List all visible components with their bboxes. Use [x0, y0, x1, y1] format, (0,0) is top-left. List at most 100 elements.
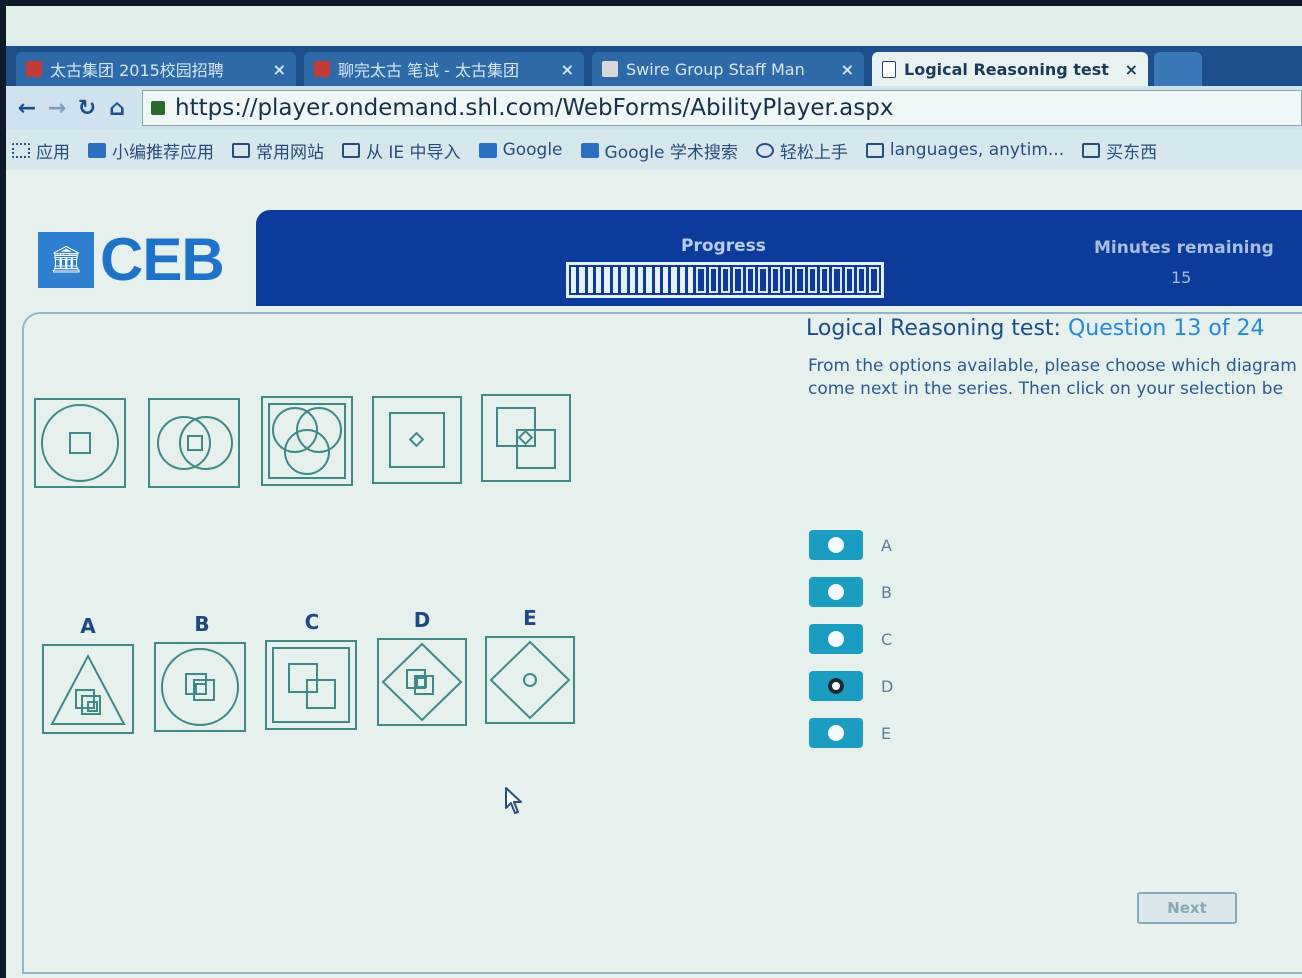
- reload-icon[interactable]: ↻: [72, 96, 102, 121]
- progress-segment-empty: [770, 267, 780, 293]
- progress-segment-empty: [696, 267, 706, 293]
- address-bar: ← → ↻ ⌂ https://player.ondemand.shl.com/…: [6, 86, 1302, 130]
- tab-label: Swire Group Staff Man: [626, 59, 805, 79]
- radio-dot-selected: [828, 678, 844, 694]
- progress-segment-empty: [869, 267, 879, 293]
- option-letter-c: C: [304, 610, 320, 634]
- minutes-value: 15: [1171, 268, 1192, 287]
- bookmark-item[interactable]: languages, anytim...: [865, 140, 1064, 160]
- series-figure-2: [148, 398, 240, 488]
- progress-segment-filled: [688, 267, 694, 293]
- screen: 太古集团 2015校园招聘 × 聊完太古 笔试 - 太古集团 × Swire G…: [6, 6, 1302, 978]
- radio-button[interactable]: [809, 577, 863, 607]
- bookmarks-bar: 应用 小编推荐应用 常用网站 从 IE 中导入 Google Google 学术…: [6, 130, 1302, 170]
- question-counter: Question 13 of 24: [1067, 316, 1265, 341]
- gmail-icon: [602, 61, 618, 77]
- instruction-line: come next in the series. Then click on y…: [808, 379, 1284, 399]
- radio-button[interactable]: [809, 624, 863, 654]
- option-letter-e: E: [523, 606, 537, 630]
- tab-1[interactable]: 太古集团 2015校园招聘 ×: [16, 52, 296, 86]
- globe-icon: [755, 142, 774, 158]
- progress-label: Progress: [681, 236, 766, 256]
- progress-segment-filled: [679, 267, 686, 293]
- progress-segment-empty: [807, 267, 817, 293]
- scholar-icon: [580, 142, 599, 158]
- tab-close-icon[interactable]: ×: [833, 60, 854, 79]
- next-button[interactable]: Next: [1137, 892, 1237, 924]
- tab-2[interactable]: 聊完太古 笔试 - 太古集团 ×: [304, 52, 584, 86]
- back-icon[interactable]: ←: [12, 96, 42, 121]
- home-icon[interactable]: ⌂: [102, 96, 132, 121]
- bookmark-folder[interactable]: 常用网站: [232, 138, 324, 163]
- progress-segment-filled: [662, 267, 669, 293]
- progress-segment-empty: [844, 267, 855, 293]
- url-field[interactable]: https://player.ondemand.shl.com/WebForms…: [142, 90, 1302, 126]
- radio-label: C: [881, 629, 893, 649]
- tab-close-icon[interactable]: ×: [553, 60, 574, 79]
- answer-option-b[interactable]: B: [809, 577, 892, 607]
- google-icon: [478, 142, 497, 158]
- progress-segment-filled: [579, 267, 585, 293]
- bookmark-item[interactable]: Google 学术搜索: [580, 138, 738, 163]
- mouse-cursor-icon: [505, 787, 522, 814]
- progress-segment-empty: [708, 267, 719, 293]
- option-letter-b: B: [194, 612, 210, 636]
- answer-option-e[interactable]: E: [809, 718, 891, 748]
- answer-option-d[interactable]: D: [809, 671, 893, 701]
- bookmark-folder[interactable]: 买东西: [1082, 138, 1157, 163]
- radio-label: A: [881, 535, 892, 555]
- bookmark-item[interactable]: 轻松上手: [755, 138, 848, 163]
- test-page: 🏛 CEB Progress Minutes remaining 15 Logi…: [6, 170, 1302, 978]
- progress-segment-empty: [795, 267, 805, 293]
- option-letter-d: D: [413, 608, 431, 632]
- progress-segment-filled: [604, 267, 610, 293]
- radio-button[interactable]: [809, 530, 863, 560]
- instruction-line: From the options available, please choos…: [808, 356, 1297, 376]
- new-tab-button[interactable]: [1154, 52, 1202, 86]
- progress-segment-filled: [646, 267, 652, 293]
- series-figure-3: [261, 396, 353, 486]
- tab-3[interactable]: Swire Group Staff Man ×: [592, 52, 864, 86]
- series-figure-5: [481, 394, 571, 482]
- progress-segment-empty: [819, 267, 830, 293]
- test-name: Logical Reasoning test:: [806, 316, 1061, 341]
- progress-bar: [566, 262, 884, 298]
- radio-dot: [828, 725, 844, 741]
- tab-close-icon[interactable]: ×: [265, 60, 286, 79]
- bookmark-folder[interactable]: 从 IE 中导入: [342, 138, 461, 163]
- question-title: Logical Reasoning test: Question 13 of 2…: [806, 316, 1265, 341]
- bookmark-item[interactable]: Google: [478, 140, 563, 160]
- progress-segment-filled: [629, 267, 635, 293]
- progress-segment-filled: [654, 267, 660, 293]
- radio-button[interactable]: [809, 671, 863, 701]
- radio-label: B: [881, 582, 892, 602]
- answer-figure-c[interactable]: [265, 640, 357, 730]
- answer-option-a[interactable]: A: [809, 530, 892, 560]
- progress-segment-empty: [745, 267, 756, 293]
- forward-icon[interactable]: →: [42, 96, 72, 121]
- progress-segment-filled: [671, 267, 677, 293]
- bookmark-item[interactable]: 小编推荐应用: [88, 138, 214, 163]
- answer-figure-a[interactable]: [42, 644, 134, 734]
- radio-dot: [828, 537, 844, 553]
- tab-active[interactable]: Logical Reasoning test ×: [872, 52, 1148, 86]
- tab-close-icon[interactable]: ×: [1117, 60, 1138, 79]
- progress-segment-empty: [758, 267, 768, 293]
- radio-dot: [828, 631, 844, 647]
- progress-segment-filled: [571, 267, 577, 293]
- bookmark-apps[interactable]: 应用: [12, 138, 70, 163]
- folder-icon: [342, 142, 360, 158]
- answer-option-c[interactable]: C: [809, 624, 892, 654]
- answer-figure-d[interactable]: [377, 638, 467, 726]
- instructions: From the options available, please choos…: [808, 355, 1302, 401]
- tab-label: 聊完太古 笔试 - 太古集团: [338, 61, 520, 80]
- progress-segment-empty: [782, 267, 793, 293]
- bank-icon: 🏛: [38, 231, 94, 288]
- answer-figure-e[interactable]: [485, 636, 575, 724]
- radio-button[interactable]: [809, 718, 863, 748]
- progress-segment-filled: [637, 267, 644, 293]
- progress-segment-filled: [587, 267, 594, 293]
- url-text: https://player.ondemand.shl.com/WebForms…: [175, 95, 894, 121]
- folder-icon: [232, 142, 250, 158]
- answer-figure-b[interactable]: [154, 642, 246, 732]
